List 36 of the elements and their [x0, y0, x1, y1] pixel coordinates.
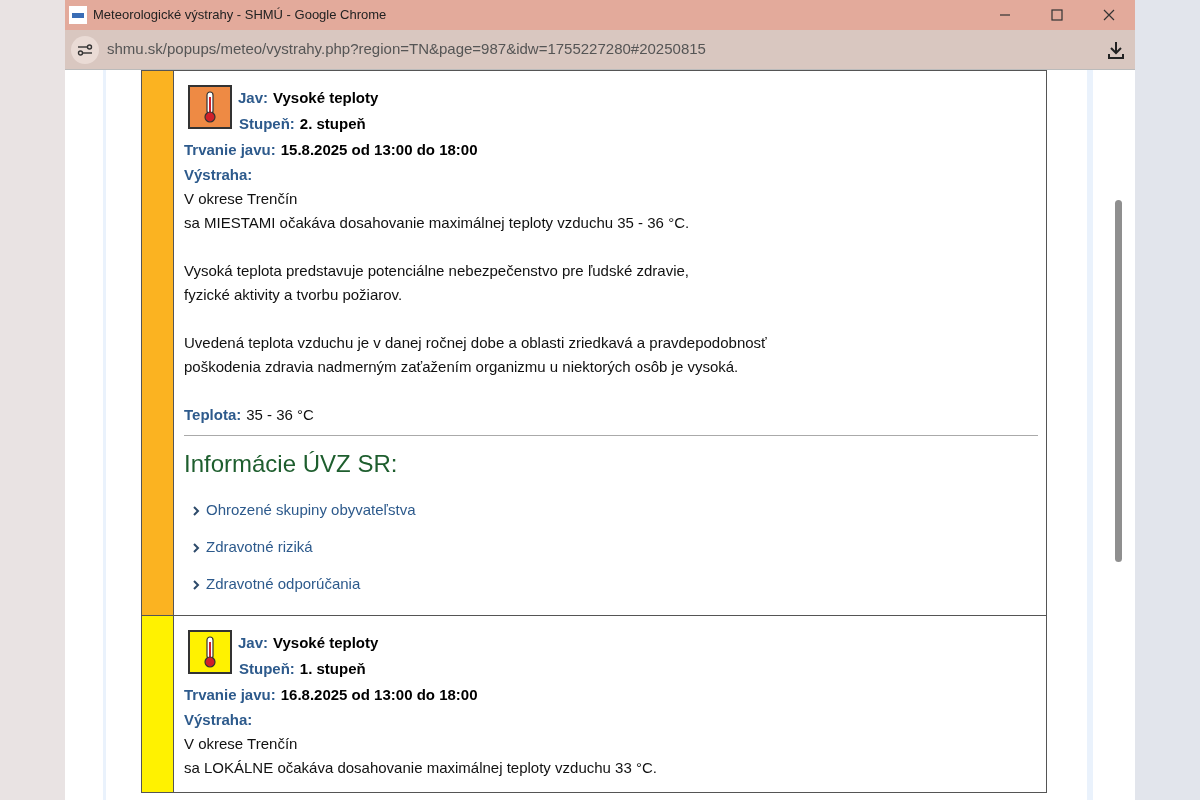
field-label: Stupeň:	[239, 114, 295, 134]
chevron-icon	[192, 579, 200, 590]
download-icon[interactable]	[1107, 40, 1125, 59]
thermometer-icon	[188, 85, 232, 129]
maximize-icon	[1051, 9, 1063, 21]
warning-text: Uvedená teplota vzduchu je v danej ročnej dobe a oblasti zriedkavá a pravdepodobnosť poškodenia zdravia nadmerným zaťažením organizmu u niektorých osôb je vysoká.	[184, 333, 768, 377]
field-value: 2. stupeň	[299, 114, 366, 134]
info-link[interactable]: Ohrozené skupiny obyvateľstva	[184, 492, 1038, 529]
field-value: 35 - 36 °C	[246, 404, 314, 425]
field-label: Jav:	[238, 88, 269, 108]
warning-text: V okrese Trenčín sa LOKÁLNE očakáva dosahovanie maximálnej teploty vzduchu 33 °C.	[184, 734, 658, 778]
scrollbar-thumb[interactable]	[1115, 200, 1122, 562]
site-settings-icon[interactable]	[71, 35, 99, 64]
field-label: Stupeň:	[239, 659, 295, 679]
window-title: Meteorologické výstrahy - SHMÚ - Google Chrome	[93, 6, 387, 25]
field-label: Trvanie javu:	[184, 684, 276, 705]
warning-text: V okrese Trenčín sa MIESTAMI očakáva dosahovanie maximálnej teploty vzduchu 35 - 36 °C.	[184, 189, 691, 233]
field-label: Teplota:	[184, 404, 242, 425]
site-logo-icon	[69, 6, 87, 24]
warning-text: Vysoká teplota predstavuje potenciálne nebezpečenstvo pre ľudské zdravie, fyzické aktivity a tvorbu požiarov.	[184, 261, 690, 305]
field-value: Vysoké teploty	[273, 633, 379, 653]
section-heading: Informácie ÚVZ SR:	[184, 449, 399, 479]
thermometer-icon	[188, 630, 232, 674]
field-value: 16.8.2025 od 13:00 do 18:00	[280, 684, 478, 705]
chevron-icon	[192, 505, 200, 516]
close-icon	[1103, 9, 1115, 21]
field-value: 1. stupeň	[299, 659, 366, 679]
info-link[interactable]: Zdravotné odporúčania	[184, 566, 1038, 603]
field-label: Jav:	[238, 633, 269, 653]
field-value: 15.8.2025 od 13:00 do 18:00	[280, 139, 478, 160]
info-link[interactable]: Zdravotné riziká	[184, 529, 1038, 566]
field-value: Vysoké teploty	[273, 88, 379, 108]
field-label: Výstraha:	[184, 709, 254, 730]
field-label: Výstraha:	[184, 164, 254, 185]
field-label: Trvanie javu:	[184, 139, 276, 160]
chevron-icon	[192, 542, 200, 553]
